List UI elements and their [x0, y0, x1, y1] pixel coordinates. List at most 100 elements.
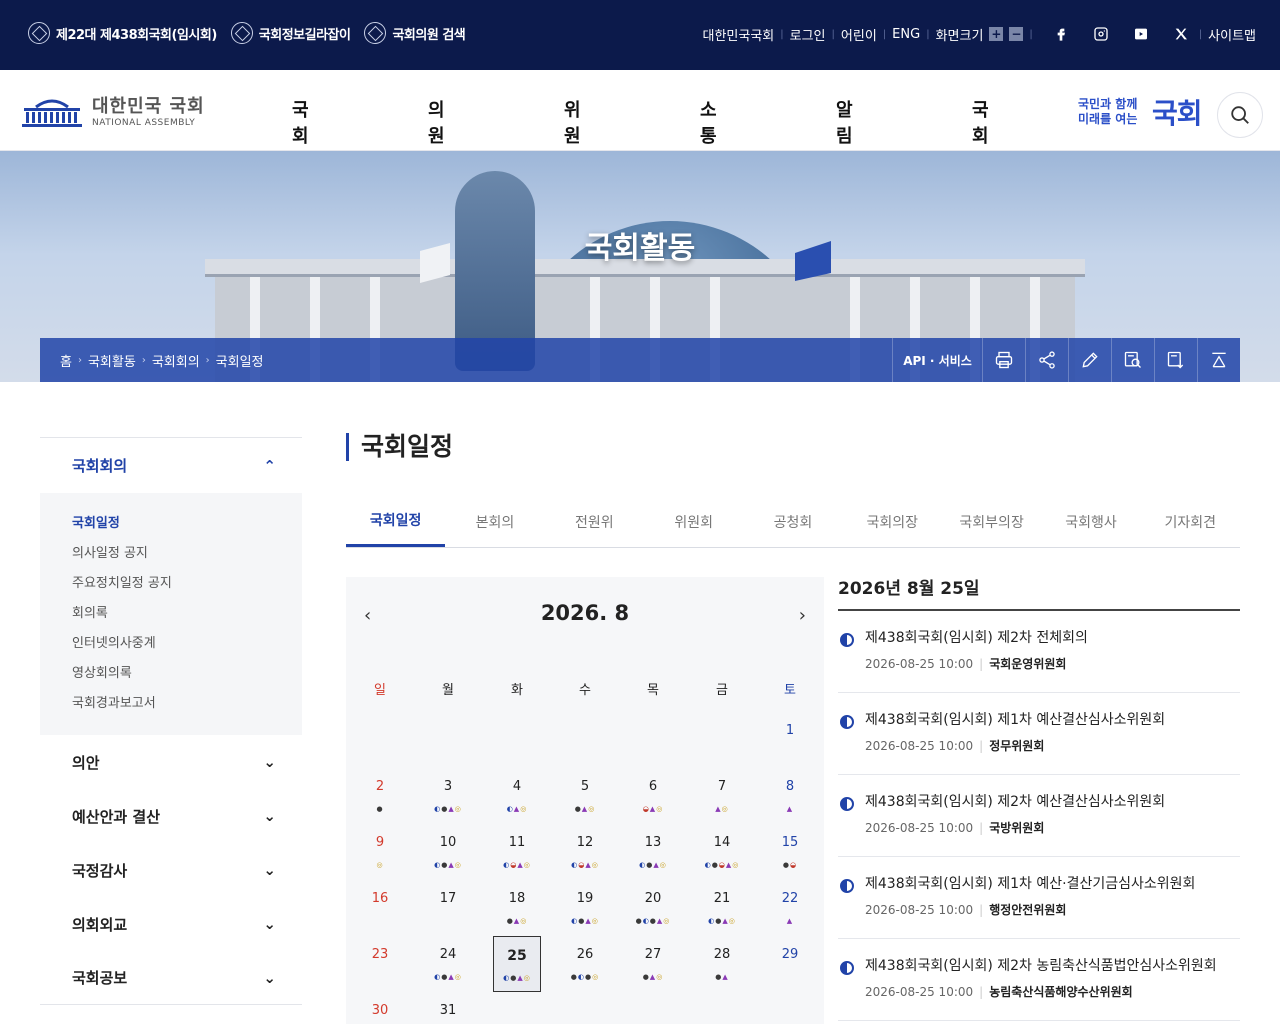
- calendar-day[interactable]: 7 ▲◎: [698, 768, 746, 824]
- calendar-day[interactable]: 14 ◐●◒▲◎: [698, 824, 746, 880]
- sidebar-section-meetings[interactable]: 국회회의 ⌃: [40, 437, 302, 493]
- day-number: 16: [371, 891, 389, 906]
- calendar-day[interactable]: 28 ●▲: [698, 936, 746, 992]
- schedule-item[interactable]: 제438회국회(임시회) 제1차 예산결산심사소위원회 2026-08-25 10…: [838, 693, 1240, 775]
- schedule-item[interactable]: 제438회국회(임시회) 제1차 예산·결산기금심사소위원회 2026-08-25…: [838, 857, 1240, 939]
- zoom-out-button[interactable]: −: [1009, 27, 1024, 41]
- session-link[interactable]: 제22대 제438회국회(임시회): [28, 22, 217, 44]
- event-marker-icons: ●▲◎: [506, 917, 528, 925]
- calendar-day[interactable]: 31: [424, 992, 472, 1024]
- banner-title: 국회활동: [584, 231, 696, 266]
- next-month-button[interactable]: ›: [799, 605, 806, 626]
- tab-whole-house[interactable]: 전원위: [545, 498, 644, 547]
- tab-speaker[interactable]: 국회의장: [843, 498, 942, 547]
- korea-assembly-link[interactable]: 대한민국국회: [703, 25, 775, 44]
- calendar-day[interactable]: 17: [424, 880, 472, 936]
- tab-committee[interactable]: 위원회: [644, 498, 743, 547]
- breadcrumb-meetings[interactable]: 국회회의: [152, 351, 200, 370]
- sidebar-section-bills[interactable]: 의안 ⌄: [40, 735, 302, 789]
- calendar: ‹ 2026. 8 › 일 월 화 수 목 금 토 1 2 ● 3 ◐●▲◎ 4 ◐▲◎ 5 ●▲◎ 6 ◒▲◎ 7…: [346, 577, 824, 1024]
- breadcrumb-activities[interactable]: 국회활동: [88, 351, 136, 370]
- member-search-link[interactable]: 국회의원 검색: [364, 22, 466, 44]
- youtube-icon[interactable]: [1129, 22, 1153, 46]
- sidebar-item-live-broadcast[interactable]: 인터넷의사중계: [72, 629, 302, 659]
- tab-events[interactable]: 국회행사: [1041, 498, 1140, 547]
- sidebar-section-audit[interactable]: 국정감사 ⌄: [40, 843, 302, 897]
- edit-button[interactable]: [1068, 338, 1111, 382]
- sidebar-item-minutes[interactable]: 회의록: [72, 599, 302, 629]
- event-marker-icons: ◐▲◎: [506, 805, 528, 813]
- event-marker-icons: ◐◒▲◎: [571, 861, 599, 869]
- event-marker-icons: ▲: [786, 917, 794, 925]
- calendar-day[interactable]: 9 ◎: [356, 824, 404, 880]
- calendar-day[interactable]: 5 ●▲◎: [561, 768, 609, 824]
- calendar-day[interactable]: 11 ◐◒▲◎: [493, 824, 541, 880]
- calendar-day[interactable]: 13 ◐●▲◎: [629, 824, 677, 880]
- logo-korean: 대한민국 국회: [92, 96, 205, 117]
- sidebar-item-video-minutes[interactable]: 영상회의록: [72, 659, 302, 689]
- share-button[interactable]: [1025, 338, 1068, 382]
- calendar-day[interactable]: 3 ◐●▲◎: [424, 768, 472, 824]
- calendar-day[interactable]: 2 ●: [356, 768, 404, 824]
- calendar-day[interactable]: 19 ◐●▲◎: [561, 880, 609, 936]
- calendar-day[interactable]: 10 ◐●▲◎: [424, 824, 472, 880]
- calendar-day[interactable]: 21 ◐●▲◎: [698, 880, 746, 936]
- schedule-time: 2026-08-25 10:00: [865, 903, 974, 917]
- calendar-day[interactable]: 24 ◐●▲◎: [424, 936, 472, 992]
- instagram-icon[interactable]: [1089, 22, 1113, 46]
- calendar-day[interactable]: 15 ●◒: [766, 824, 814, 880]
- calendar-day[interactable]: 27 ●▲◎: [629, 936, 677, 992]
- sidebar-item-political-schedule[interactable]: 주요정치일정 공지: [72, 569, 302, 599]
- print-button[interactable]: [982, 338, 1025, 382]
- breadcrumb-home[interactable]: 홈: [60, 351, 72, 370]
- data-search-button[interactable]: [1111, 338, 1154, 382]
- sidebar-section-diplomacy[interactable]: 의회외교 ⌄: [40, 897, 302, 951]
- schedule-item[interactable]: 제438회국회(임시회) 제2차 농림축산식품법안심사소위원회 2026-08-2…: [838, 939, 1240, 1021]
- calendar-day[interactable]: 29: [766, 936, 814, 992]
- kids-link[interactable]: 어린이: [841, 25, 877, 44]
- facebook-icon[interactable]: [1049, 22, 1073, 46]
- scroll-top-button[interactable]: [1197, 338, 1240, 382]
- login-link[interactable]: 로그인: [790, 25, 826, 44]
- search-button[interactable]: [1217, 92, 1263, 138]
- calendar-day[interactable]: 26 ●◐●◎: [561, 936, 609, 992]
- calendar-day[interactable]: 22 ▲: [766, 880, 814, 936]
- calendar-day[interactable]: 12 ◐◒▲◎: [561, 824, 609, 880]
- api-service-button[interactable]: API · 서비스: [892, 338, 982, 382]
- tab-plenary[interactable]: 본회의: [445, 498, 544, 547]
- calendar-day[interactable]: 20 ●◐●▲◎: [629, 880, 677, 936]
- sitemap-link[interactable]: 사이트맵: [1208, 25, 1256, 44]
- info-guide-link[interactable]: 국회정보길라잡이: [230, 22, 351, 44]
- sidebar-section-gazette[interactable]: 국회공보 ⌄: [40, 951, 302, 1005]
- calendar-day[interactable]: 16: [356, 880, 404, 936]
- calendar-day[interactable]: 25 ◐●▲◎: [493, 936, 541, 992]
- sidebar-item-schedule[interactable]: 국회일정: [72, 509, 302, 539]
- schedule-item[interactable]: 제438회국회(임시회) 제2차 전체회의 2026-08-25 10:00 | 국회…: [838, 611, 1240, 693]
- event-marker-icons: ◎: [376, 861, 384, 869]
- chevron-right-icon: ›: [77, 355, 82, 366]
- zoom-in-button[interactable]: +: [989, 27, 1004, 41]
- sidebar-item-progress-report[interactable]: 국회경과보고서: [72, 689, 302, 719]
- schedule-item[interactable]: 제438회국회(임시회) 제2차 예산결산심사소위원회 2026-08-25 10…: [838, 775, 1240, 857]
- tab-hearing[interactable]: 공청회: [743, 498, 842, 547]
- calendar-day[interactable]: 4 ◐▲◎: [493, 768, 541, 824]
- sidebar-section-budget[interactable]: 예산안과 결산 ⌄: [40, 789, 302, 843]
- calendar-day[interactable]: 30: [356, 992, 404, 1024]
- sidebar-item-agenda-notice[interactable]: 의사일정 공지: [72, 539, 302, 569]
- calendar-day[interactable]: 1: [766, 712, 814, 768]
- calendar-day[interactable]: 6 ◒▲◎: [629, 768, 677, 824]
- calendar-day[interactable]: 23: [356, 936, 404, 992]
- download-button[interactable]: [1154, 338, 1197, 382]
- calendar-day[interactable]: 8 ▲: [766, 768, 814, 824]
- day-number: 17: [439, 891, 457, 906]
- chevron-up-icon: ⌃: [263, 456, 276, 475]
- site-logo[interactable]: 대한민국 국회 NATIONAL ASSEMBLY: [22, 92, 205, 128]
- x-twitter-icon[interactable]: [1169, 22, 1193, 46]
- calendar-day[interactable]: 18 ●▲◎: [493, 880, 541, 936]
- english-link[interactable]: ENG: [892, 27, 920, 42]
- logo-english: NATIONAL ASSEMBLY: [92, 118, 196, 128]
- tab-schedule[interactable]: 국회일정: [346, 498, 446, 547]
- tab-vice-speaker[interactable]: 국회부의장: [942, 498, 1041, 547]
- tab-press[interactable]: 기자회견: [1141, 498, 1240, 547]
- event-marker-icons: ●◐●▲◎: [635, 917, 671, 925]
